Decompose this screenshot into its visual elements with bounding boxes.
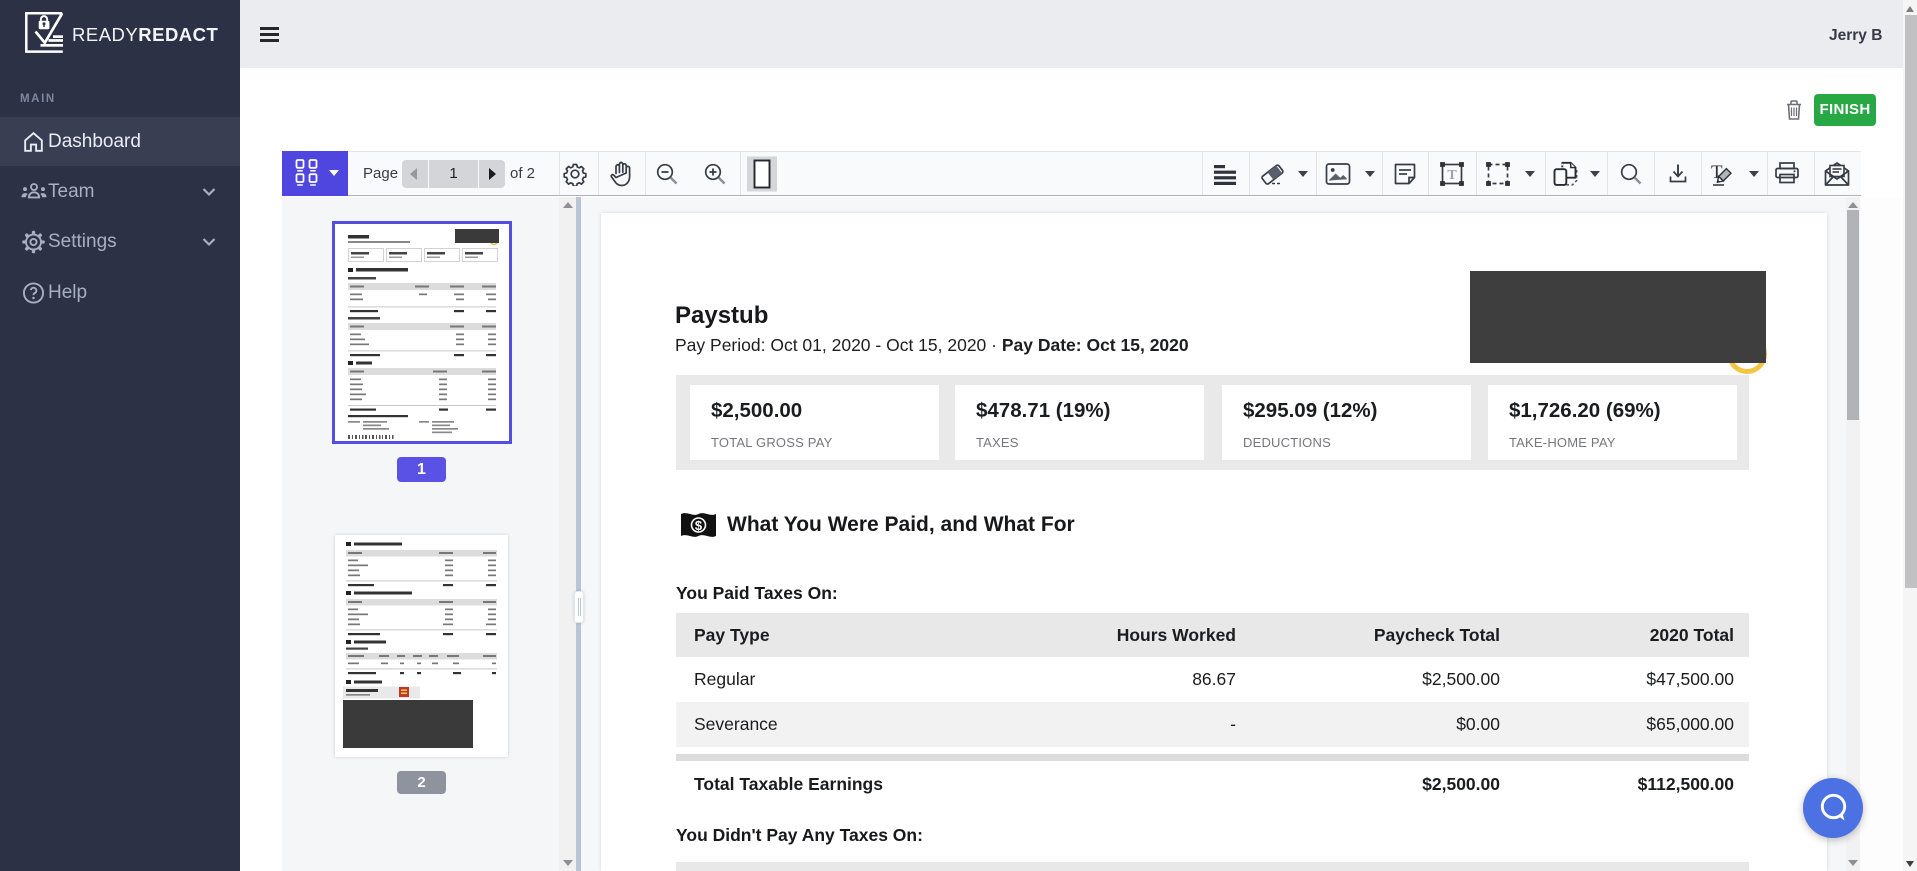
svg-text:$: $ bbox=[695, 518, 703, 533]
svg-text:T: T bbox=[1447, 168, 1457, 183]
